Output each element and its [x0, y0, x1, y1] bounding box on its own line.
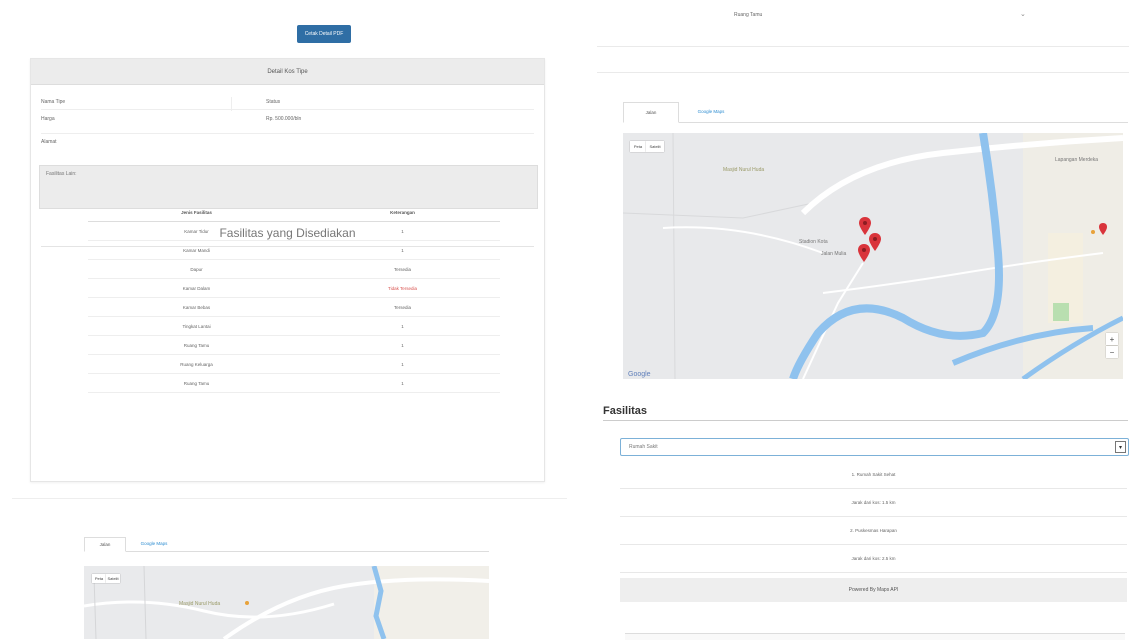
chevron-down-icon[interactable]: ▾: [1115, 441, 1126, 453]
info-label-type: Nama Tipe: [41, 99, 66, 105]
list-item: Jarak dari kos: 1.5 km: [620, 488, 1127, 517]
zoom-in-button[interactable]: +: [1106, 333, 1118, 345]
list-item: Jarak dari kos: 2.5 km: [620, 544, 1127, 573]
facility-name-cell: Kamar Mandi: [88, 240, 306, 260]
list-item[interactable]: 1. Rumah Sakit Sehat: [620, 460, 1127, 489]
map-marker-icon[interactable]: [1099, 223, 1107, 235]
zoom-out-button[interactable]: −: [1106, 346, 1118, 358]
facility-value-cell: Tersedia: [305, 297, 500, 317]
facility-name-cell: Ruang Keluarga: [88, 354, 306, 374]
facility-name-cell: Ruang Tamu: [88, 335, 306, 355]
right-map-tabs: Jalan Google Maps: [623, 102, 1128, 123]
table-row: Kamar Bebas Tersedia: [88, 297, 500, 317]
divider: [603, 420, 1128, 421]
facility-name-cell: Kamar Dalam: [88, 278, 306, 298]
table-row: Dapur Tersedia: [88, 259, 500, 279]
map-label-jalan: Jalan Mulia: [821, 251, 847, 257]
map-marker-icon[interactable]: [858, 244, 870, 262]
map-type-peta-button[interactable]: Peta: [630, 141, 646, 152]
left-map-canvas: [84, 566, 489, 639]
info-label-price: Harga: [41, 116, 55, 122]
facility-name-cell: Kamar Bebas: [88, 297, 306, 317]
chevron-down-icon[interactable]: ⌄: [1020, 10, 1026, 18]
map-label-lapangan: Lapangan Merdeka: [1055, 157, 1099, 163]
facility-value-cell: 1: [305, 221, 500, 241]
svg-text:Google: Google: [628, 371, 651, 378]
facility-value-cell: Tidak Tersedia: [305, 278, 500, 298]
facility-value-cell: 1: [305, 373, 500, 393]
table-row: Tingkat Lantai 1: [88, 316, 500, 336]
divider: [597, 46, 1129, 47]
right-map-canvas: [623, 133, 1123, 379]
facility-value-cell: 1: [305, 240, 500, 260]
map-marker-icon[interactable]: [869, 233, 881, 251]
map-type-satelit-button[interactable]: Satelit: [106, 574, 120, 583]
right-map[interactable]: Peta Satelit Masjid Nurul Huda Stadion K…: [623, 133, 1123, 379]
tab-jalan[interactable]: Jalan: [623, 102, 679, 123]
table-header-type: Jenis Fasilitas: [88, 203, 306, 222]
tab-jalan[interactable]: Jalan: [84, 537, 126, 552]
facility-value-cell: 1: [305, 335, 500, 355]
powered-by-footer: Powered By Maps API: [620, 578, 1127, 602]
google-logo-icon: Google: [628, 371, 651, 378]
facility-name-cell: Ruang Tamu: [88, 373, 306, 393]
table-header-desc: Keterangan: [305, 203, 500, 222]
facility-value-cell: 1: [305, 354, 500, 374]
map-label-masjid: Masjid Nurul Huda: [723, 167, 765, 173]
facility-type-select[interactable]: Rumah Sakit ▾: [620, 438, 1129, 456]
table-row: Kamar Mandi 1: [88, 240, 500, 260]
notes-text: Fasilitas Lain:: [46, 171, 77, 177]
map-type-peta-button[interactable]: Peta: [92, 574, 106, 583]
left-map-tabs: Jalan Google Maps: [84, 537, 489, 552]
list-item[interactable]: 2. Puskesmas Harapan: [620, 516, 1127, 545]
facilities-list: 1. Rumah Sakit Sehat Jarak dari kos: 1.5…: [620, 460, 1127, 575]
room-select-value[interactable]: Ruang Tamu: [734, 12, 762, 18]
print-pdf-button[interactable]: Cetak Detail PDF: [297, 25, 351, 43]
facility-name-cell: Kamar Tidur: [88, 221, 306, 241]
facility-name-cell: Dapur: [88, 259, 306, 279]
map-label-stadion: Stadion Kota: [799, 239, 828, 245]
tab-google-maps[interactable]: Google Maps: [681, 102, 741, 121]
table-row: Ruang Tamu 1: [88, 373, 500, 393]
facility-value-cell: Tersedia: [305, 259, 500, 279]
panel-title: Detail Kos Tipe: [31, 59, 544, 85]
info-label-address: Alamat: [41, 139, 57, 145]
info-status: Status: [266, 99, 281, 105]
info-price-value: Rp. 500.000/bln: [266, 116, 302, 122]
table-row: Ruang Tamu 1: [88, 335, 500, 355]
map-type-satelit-button[interactable]: Satelit: [646, 141, 664, 152]
table-row: Kamar Tidur 1: [88, 221, 500, 241]
table-row: Ruang Keluarga 1: [88, 354, 500, 374]
facilities-table: Jenis Fasilitas Keterangan Kamar Tidur 1 K…: [88, 203, 500, 393]
map-label-masjid: Masjid Nurul Huda: [179, 601, 221, 607]
facility-value-cell: 1: [305, 316, 500, 336]
section-divider: [12, 498, 567, 499]
left-map[interactable]: Peta Satelit Masjid Nurul Huda: [84, 566, 489, 639]
table-row: Kamar Dalam Tidak Tersedia: [88, 278, 500, 298]
divider: [597, 72, 1129, 73]
facilities-heading: Fasilitas: [603, 405, 648, 417]
facility-name-cell: Tingkat Lantai: [88, 316, 306, 336]
tab-google-maps[interactable]: Google Maps: [130, 537, 178, 550]
facility-select-value: Rumah Sakit: [629, 444, 658, 450]
